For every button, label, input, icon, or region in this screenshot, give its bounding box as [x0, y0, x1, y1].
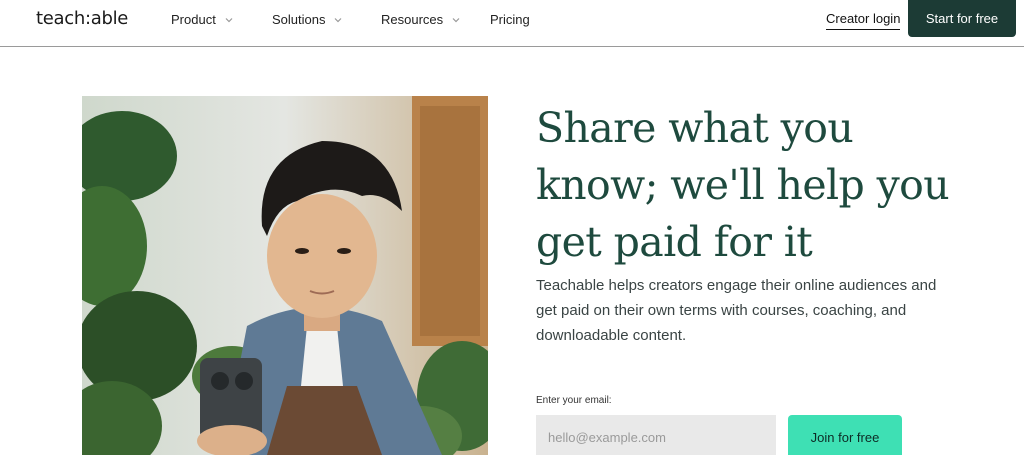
start-for-free-button[interactable]: Start for free	[908, 0, 1016, 37]
join-for-free-button[interactable]: Join for free	[788, 415, 902, 455]
hero-headline: Share what you know; we'll help you get …	[536, 104, 950, 266]
email-input[interactable]	[536, 415, 776, 455]
nav-solutions[interactable]: Solutions	[272, 12, 343, 27]
nav-product[interactable]: Product	[171, 12, 234, 27]
nav-resources-label: Resources	[381, 12, 444, 27]
hero-photo	[82, 96, 488, 455]
nav-pricing[interactable]: Pricing	[490, 12, 530, 27]
chevron-down-icon	[224, 15, 234, 25]
nav-resources[interactable]: Resources	[381, 12, 461, 27]
teachable-logo[interactable]: teach:able	[36, 8, 128, 29]
email-label: Enter your email:	[536, 395, 612, 406]
nav-solutions-label: Solutions	[272, 12, 326, 27]
hero-subtext: Teachable helps creators engage their on…	[536, 277, 937, 344]
site-header: teach:able Product Solutions Resources P…	[0, 0, 1024, 47]
nav-product-label: Product	[171, 12, 216, 27]
chevron-down-icon	[451, 15, 461, 25]
chevron-down-icon	[333, 15, 343, 25]
nav-pricing-label: Pricing	[490, 12, 530, 27]
creator-login-link[interactable]: Creator login	[826, 11, 901, 30]
